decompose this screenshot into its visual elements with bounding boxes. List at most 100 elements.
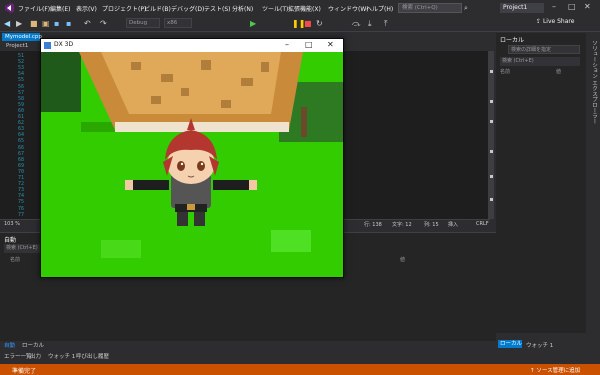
tab-call-stack[interactable]: 呼び出し履歴 bbox=[76, 352, 109, 360]
visual-studio-logo-icon bbox=[5, 3, 14, 13]
back-icon[interactable]: ◀ bbox=[4, 19, 10, 28]
game-window-titlebar[interactable]: DX 3D – □ ✕ bbox=[41, 39, 343, 52]
locals-column-header: 名前 値 bbox=[500, 68, 584, 76]
menu-item[interactable]: テスト(S) bbox=[204, 4, 231, 13]
column-indicator: 列: 15 bbox=[424, 222, 439, 228]
step-into-icon[interactable]: ⤓ bbox=[368, 19, 372, 29]
app-icon bbox=[44, 42, 51, 49]
restart-icon[interactable]: ↻ bbox=[316, 19, 323, 28]
status-ready-text: 準備完了 bbox=[12, 368, 37, 375]
line-number: 54 bbox=[18, 71, 25, 78]
game-close-button[interactable]: ✕ bbox=[327, 40, 334, 49]
line-number: 62 bbox=[18, 120, 25, 127]
search-input[interactable]: 検索 (Ctrl+Q) bbox=[398, 3, 462, 13]
save-icon[interactable]: ▪ bbox=[54, 19, 59, 28]
stop-icon[interactable]: ■ bbox=[304, 19, 312, 28]
line-indicator: 行: 138 bbox=[364, 222, 382, 228]
scrollbar-marker bbox=[490, 175, 493, 178]
insert-mode-indicator: 挿入 bbox=[448, 222, 459, 228]
autos-search-input[interactable]: 検索 (Ctrl+E) bbox=[4, 244, 44, 253]
tab-mymodel-cpp[interactable]: Mymodel.cpp bbox=[2, 33, 42, 41]
zoom-level[interactable]: 103 % bbox=[4, 221, 20, 227]
locals-filter-input[interactable]: 検索 (Ctrl+E) bbox=[500, 57, 580, 66]
line-number: 73 bbox=[18, 187, 25, 194]
open-folder-icon[interactable]: ▣ bbox=[42, 19, 50, 28]
step-over-icon[interactable]: ⤼ bbox=[352, 19, 361, 29]
close-button[interactable]: ✕ bbox=[584, 2, 591, 11]
editor-scrollbar[interactable] bbox=[488, 51, 494, 219]
line-number: 70 bbox=[18, 168, 25, 175]
menu-item[interactable]: 表示(V) bbox=[76, 4, 97, 13]
locals-col-value: 値 bbox=[556, 69, 562, 75]
locals-col-name: 名前 bbox=[500, 69, 511, 75]
search-icon[interactable]: ⌕ bbox=[464, 4, 472, 12]
continue-icon[interactable]: ▶ bbox=[250, 19, 256, 28]
scrollbar-marker bbox=[490, 198, 493, 201]
3d-scene-viewport[interactable] bbox=[41, 52, 343, 277]
maximize-button[interactable]: □ bbox=[568, 2, 576, 11]
menu-item[interactable]: ウィンドウ(W) bbox=[328, 4, 369, 13]
line-number: 65 bbox=[18, 138, 25, 145]
source-control-button[interactable]: ↑ ソース管理に追加 bbox=[530, 366, 580, 374]
scrollbar-marker bbox=[490, 70, 493, 73]
menu-item[interactable]: 分析(N) bbox=[232, 4, 253, 13]
line-number: 60 bbox=[18, 107, 25, 114]
configuration-dropdown[interactable]: Debug bbox=[126, 18, 160, 28]
line-number: 52 bbox=[18, 59, 25, 66]
line-ending-indicator: CRLF bbox=[476, 221, 489, 227]
new-project-icon[interactable]: ■ bbox=[30, 19, 38, 28]
line-number: 76 bbox=[18, 205, 25, 212]
line-number: 77 bbox=[18, 211, 25, 218]
platform-dropdown[interactable]: x86 bbox=[164, 18, 192, 28]
autos-panel-title: 自動 bbox=[4, 237, 17, 244]
scrollbar-marker bbox=[490, 120, 493, 123]
live-share-button[interactable]: ⇪ Live Share bbox=[536, 18, 574, 25]
save-all-icon[interactable]: ▪ bbox=[66, 19, 71, 28]
redo-icon[interactable]: ↷ bbox=[100, 19, 107, 28]
tab-autos[interactable]: 自動 bbox=[4, 341, 15, 349]
minimize-button[interactable]: – bbox=[552, 2, 556, 11]
line-number: 63 bbox=[18, 126, 25, 133]
menu-item[interactable]: 編集(E) bbox=[50, 4, 70, 13]
tab-locals[interactable]: ローカル bbox=[498, 340, 522, 348]
locals-panel bbox=[496, 33, 586, 333]
tab-error-list[interactable]: エラー一覧 bbox=[4, 352, 32, 360]
menu-item[interactable]: ビルド(B) bbox=[144, 4, 171, 13]
locals-search-input[interactable]: 検索の詳細を指定 bbox=[508, 45, 580, 54]
line-number: 51 bbox=[18, 53, 25, 59]
menu-item[interactable]: ツール(T) bbox=[262, 4, 288, 13]
line-number: 75 bbox=[18, 199, 25, 206]
line-number: 67 bbox=[18, 150, 25, 157]
forward-icon[interactable]: ▶ bbox=[16, 19, 22, 28]
menu-item[interactable]: プロジェクト(P) bbox=[102, 4, 146, 13]
line-number: 72 bbox=[18, 181, 25, 188]
tab-watch[interactable]: ウォッチ 1 bbox=[48, 352, 75, 360]
line-number: 66 bbox=[18, 144, 25, 151]
background-tree bbox=[41, 52, 81, 112]
tab-locals-bottom[interactable]: ローカル bbox=[22, 341, 44, 349]
grass-patch bbox=[101, 240, 141, 258]
line-number: 74 bbox=[18, 193, 25, 200]
tab-output[interactable]: 出力 bbox=[30, 352, 41, 360]
project-dropdown[interactable]: Project1 bbox=[6, 43, 28, 49]
menu-item[interactable]: デバッグ(D) bbox=[171, 4, 204, 13]
source-control-label: ソース管理に追加 bbox=[536, 368, 581, 374]
line-number: 61 bbox=[18, 114, 25, 120]
menu-item[interactable]: ヘルプ(H) bbox=[366, 4, 393, 13]
line-number: 57 bbox=[18, 89, 25, 96]
tab-solution-explorer[interactable]: ソリューション エクスプローラー bbox=[588, 40, 598, 124]
menu-item[interactable]: ファイル(F) bbox=[18, 4, 50, 13]
game-maximize-button[interactable]: □ bbox=[305, 40, 313, 49]
undo-icon[interactable]: ↶ bbox=[84, 19, 91, 28]
game-window[interactable]: DX 3D – □ ✕ bbox=[40, 38, 344, 278]
tree-trunk bbox=[301, 107, 307, 137]
locals-panel-title: ローカル bbox=[500, 37, 525, 44]
tab-watch-right[interactable]: ウォッチ 1 bbox=[526, 341, 553, 349]
autos-col-name: 名前 bbox=[10, 257, 21, 263]
game-minimize-button[interactable]: – bbox=[285, 40, 289, 49]
scrollbar-marker bbox=[490, 150, 493, 153]
line-number: 68 bbox=[18, 156, 25, 163]
step-out-icon[interactable]: ⤒ bbox=[384, 19, 388, 29]
menu-item[interactable]: 拡張機能(X) bbox=[288, 4, 321, 13]
grass-patch bbox=[271, 230, 311, 252]
